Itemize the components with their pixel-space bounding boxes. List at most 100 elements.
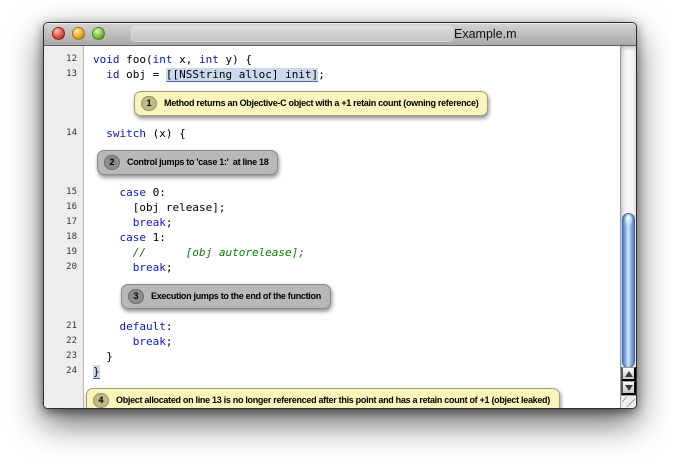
keyword-token: break: [133, 261, 166, 274]
keyword-token: int: [199, 53, 219, 66]
bubble-text: Execution jumps to the end of the functi…: [151, 291, 321, 301]
keyword-token: case: [120, 231, 147, 244]
code-line: 22 break;: [44, 334, 620, 349]
window-title: Example.m: [454, 27, 517, 41]
line-number: 16: [44, 200, 84, 215]
source-code-view: 12void foo(int x, int y) {13 id obj = [[…: [44, 46, 620, 408]
desktop-background: Example.m 12void foo(int x, int y) {13 i…: [0, 0, 675, 467]
bubble-text: Object allocated on line 13 is no longer…: [116, 395, 550, 405]
titlebar-panel: [131, 26, 453, 42]
analyzer-range-highlight: [[NSString alloc] init]: [166, 68, 318, 82]
app-window: Example.m 12void foo(int x, int y) {13 i…: [43, 22, 637, 409]
code-text: break;: [84, 334, 173, 349]
plain-token: 0:: [146, 186, 166, 199]
plain-token: [93, 127, 106, 140]
code-text: [obj release];: [84, 200, 225, 215]
plain-token: x,: [173, 53, 200, 66]
code-line: 14 switch (x) {: [44, 126, 620, 141]
plain-token: (x) {: [146, 127, 186, 140]
plain-token: [93, 261, 133, 274]
code-text: case 1:: [84, 230, 166, 245]
bubble-index-badge: 1: [141, 96, 157, 111]
analyzer-bubble-1: 1Method returns an Objective-C object wi…: [134, 91, 488, 116]
bubble-text: Control jumps to 'case 1:' at line 18: [127, 157, 268, 167]
vertical-scrollbar[interactable]: [620, 46, 636, 408]
keyword-token: switch: [106, 127, 146, 140]
analyzer-bubble-row: 1Method returns an Objective-C object wi…: [134, 91, 620, 116]
keyword-token: case: [120, 186, 147, 199]
plain-token: [93, 216, 133, 229]
code-text: }: [84, 349, 113, 364]
bubble-index-badge: 2: [104, 155, 120, 170]
plain-token: [93, 186, 120, 199]
down-arrow-icon: [625, 385, 633, 391]
code-line: 21 default:: [44, 319, 620, 334]
plain-token: :: [166, 320, 173, 333]
line-number: 17: [44, 215, 84, 230]
plain-token: }: [93, 350, 113, 363]
code-text: case 0:: [84, 185, 166, 200]
plain-token: y) {: [219, 53, 252, 66]
keyword-token: id: [106, 68, 119, 81]
code-text: break;: [84, 260, 173, 275]
scroll-down-button[interactable]: [621, 381, 636, 395]
comment-token: // [obj autorelease];: [93, 246, 305, 259]
plain-token: ;: [166, 335, 173, 348]
line-number: 18: [44, 230, 84, 245]
keyword-token: break: [133, 335, 166, 348]
plain-token: [93, 231, 120, 244]
code-text: id obj = [[NSString alloc] init];: [84, 67, 325, 82]
plain-token: foo(: [120, 53, 153, 66]
close-button[interactable]: [52, 27, 65, 40]
scrollbar-thumb[interactable]: [622, 213, 635, 368]
analyzer-bubble-3: 3 Execution jumps to the end of the funct…: [121, 284, 331, 309]
code-text: }: [84, 364, 100, 379]
line-number: 12: [44, 52, 84, 67]
plain-token: [93, 68, 106, 81]
line-number: 23: [44, 349, 84, 364]
analyzer-range-highlight: }: [93, 365, 100, 379]
code-text: default:: [84, 319, 172, 334]
bubble-index-badge: 4: [93, 393, 109, 408]
minimize-button[interactable]: [72, 27, 85, 40]
plain-token: ;: [318, 68, 325, 81]
plain-token: [93, 335, 133, 348]
keyword-token: int: [153, 53, 173, 66]
code-line: 15 case 0:: [44, 185, 620, 200]
analyzer-bubble-row: 3 Execution jumps to the end of the funct…: [121, 284, 620, 309]
plain-token: [obj release];: [93, 201, 225, 214]
code-line: 17 break;: [44, 215, 620, 230]
plain-token: ;: [166, 261, 173, 274]
code-line: 18 case 1:: [44, 230, 620, 245]
code-line: 16 [obj release];: [44, 200, 620, 215]
line-number: 15: [44, 185, 84, 200]
code-text: // [obj autorelease];: [84, 245, 305, 260]
analyzer-bubble-2: 2 Control jumps to 'case 1:' at line 18: [97, 150, 278, 175]
code-line: 19 // [obj autorelease];: [44, 245, 620, 260]
editor-content-area: 12void foo(int x, int y) {13 id obj = [[…: [44, 46, 636, 408]
plain-token: 1:: [146, 231, 166, 244]
analyzer-bubble-row: 4 Object allocated on line 13 is no longe…: [86, 388, 620, 408]
code-text: break;: [84, 215, 173, 230]
line-number: 13: [44, 67, 84, 82]
code-text: switch (x) {: [84, 126, 186, 141]
code-line: 12void foo(int x, int y) {: [44, 52, 620, 67]
code-line: 24}: [44, 364, 620, 379]
code-line: 20 break;: [44, 260, 620, 275]
scroll-up-button[interactable]: [621, 367, 636, 381]
line-number: 14: [44, 126, 84, 141]
code-line: 23 }: [44, 349, 620, 364]
analyzer-bubble-row: 2 Control jumps to 'case 1:' at line 18: [97, 150, 620, 175]
code-line: 13 id obj = [[NSString alloc] init];: [44, 67, 620, 82]
window-titlebar[interactable]: Example.m: [44, 23, 636, 46]
line-number: 24: [44, 364, 84, 379]
bubble-index-badge: 3: [128, 289, 144, 304]
zoom-button[interactable]: [92, 27, 105, 40]
line-number: 22: [44, 334, 84, 349]
code-text: void foo(int x, int y) {: [84, 52, 252, 67]
line-number: 19: [44, 245, 84, 260]
resize-grip[interactable]: [621, 395, 636, 408]
traffic-light-buttons: [52, 27, 105, 40]
analyzer-bubble-4: 4 Object allocated on line 13 is no longe…: [86, 388, 560, 408]
line-number: 20: [44, 260, 84, 275]
